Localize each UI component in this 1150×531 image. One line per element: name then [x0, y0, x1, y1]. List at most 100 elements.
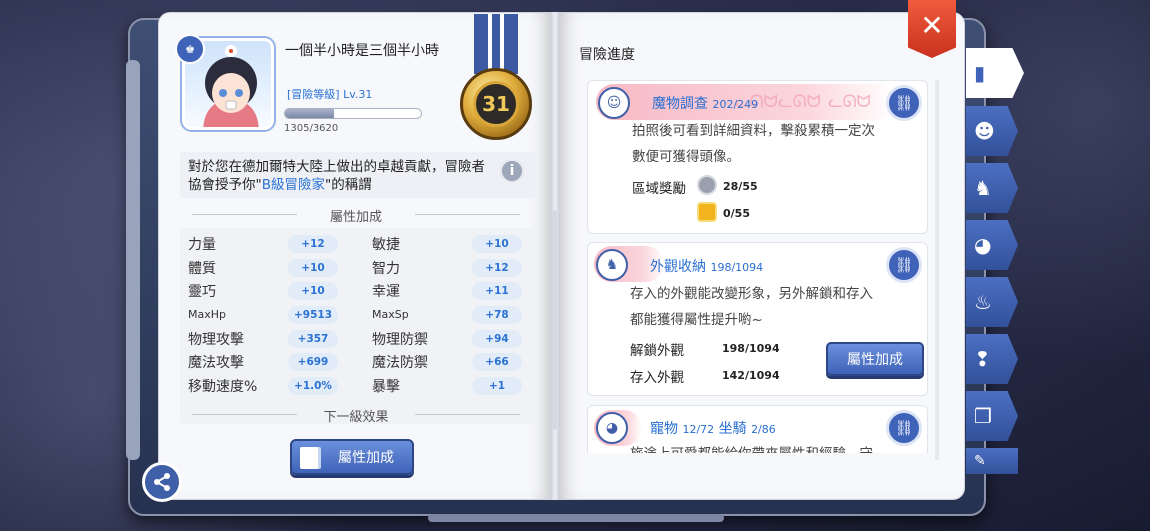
left-scrollbar[interactable] — [552, 210, 557, 430]
link-icon: ⛓ — [894, 94, 914, 112]
unlock-appearance-value: 198/1094 — [722, 342, 780, 355]
alert-person-icon: ❢ — [974, 347, 991, 371]
adventure-progress-title: 冒險進度 — [579, 47, 635, 63]
gold-card-icon — [697, 202, 717, 222]
stat-value: +357 — [288, 330, 338, 348]
appearance-title: 外觀收納 198/1094 — [650, 259, 764, 275]
book-icon — [300, 447, 318, 469]
open-book-icon: ❐ — [974, 404, 992, 428]
close-icon: ✕ — [920, 8, 944, 42]
stat-value: +12 — [472, 259, 522, 277]
silver-medal-icon — [697, 175, 717, 195]
page-bottom-bar — [428, 514, 724, 522]
stored-appearance-label: 存入外觀 — [630, 370, 684, 386]
stat-label: 魔法攻擊 — [188, 355, 244, 371]
guild-badge-icon: ♚ — [175, 34, 205, 64]
stat-label: 體質 — [188, 261, 216, 277]
link-icon: ⛓ — [894, 419, 914, 437]
xp-text: 1305/3620 — [284, 123, 339, 134]
stat-value: +10 — [288, 259, 338, 277]
stat-value: +1 — [472, 377, 522, 395]
level-label: [冒險等級] — [287, 88, 340, 101]
next-level-section: 下一級效果 — [180, 404, 536, 424]
monster-face-icon: ☻ — [974, 119, 995, 143]
book-icon: ▮ — [974, 61, 986, 85]
description-text-end: "的稱謂 — [324, 177, 372, 193]
rank-medal[interactable]: 31 — [460, 14, 532, 144]
monster-survey-link-button[interactable]: ⛓ — [886, 85, 922, 121]
medal-ribbon — [474, 14, 518, 74]
tab-quest[interactable]: ❢ — [966, 334, 1018, 384]
share-icon — [154, 473, 170, 491]
close-button[interactable]: ✕ — [908, 0, 956, 58]
xp-bar-fill — [285, 109, 334, 118]
stat-label: 物理防禦 — [372, 332, 428, 348]
medal-coin: 31 — [460, 68, 532, 140]
tab-monster[interactable]: ☻ — [966, 106, 1018, 156]
unlock-appearance-label: 解鎖外觀 — [630, 343, 684, 359]
appearance-link-button[interactable]: ⛓ — [886, 247, 922, 283]
scroll-icon: ✎ — [974, 453, 986, 469]
pet-icon: ◕ — [974, 233, 992, 257]
link-icon: ⛓ — [894, 256, 914, 274]
stat-label: 靈巧 — [188, 284, 216, 300]
attribute-bonus-button[interactable]: 屬性加成 — [290, 439, 414, 475]
title-description: 對於您在德加爾特大陸上做出的卓越貢獻，冒險者協會授予你"B級冒險家"的稱謂 — [188, 158, 488, 194]
stat-value: +10 — [288, 282, 338, 300]
share-button[interactable] — [142, 462, 182, 502]
tab-more[interactable]: ✎ — [966, 448, 1018, 474]
tab-book[interactable]: ❐ — [966, 391, 1018, 441]
tab-costume[interactable]: ♞ — [966, 163, 1018, 213]
stat-value: +94 — [472, 330, 522, 348]
stat-value: +1.0% — [288, 377, 338, 395]
monster-icon: ☺ — [598, 87, 630, 119]
stat-value: +699 — [288, 353, 338, 371]
pet-icon: ◕ — [596, 412, 628, 444]
chef-hat-icon: ♨ — [974, 290, 992, 314]
stats-header: 屬性加成 — [192, 206, 520, 225]
costume-icon: ♞ — [974, 176, 992, 200]
stat-label: 智力 — [372, 261, 400, 277]
stat-label: 力量 — [188, 237, 216, 253]
stat-label: 敏捷 — [372, 237, 400, 253]
xp-bar — [284, 108, 422, 119]
stat-value: +66 — [472, 353, 522, 371]
stat-label: 物理攻擊 — [188, 332, 244, 348]
stat-value: +12 — [288, 235, 338, 253]
region-reward-value-2: 0/55 — [723, 207, 750, 220]
stats-header-label: 屬性加成 — [329, 210, 382, 225]
pet-mount-title: 寵物 12/72 坐騎 2/86 — [650, 421, 776, 437]
monster-silhouette-icon: ᓚᘏᗢ — [778, 92, 821, 112]
stored-appearance-value: 142/1094 — [722, 369, 780, 382]
next-level-header: 下一級效果 — [192, 406, 520, 424]
costume-icon: ♞ — [596, 249, 628, 281]
info-button[interactable]: i — [500, 159, 524, 183]
region-reward-label: 區域獎勵 — [632, 181, 686, 197]
stat-label: 幸運 — [372, 284, 400, 300]
right-scrollbar[interactable] — [935, 80, 939, 460]
stat-value: +10 — [472, 235, 522, 253]
appearance-bonus-button[interactable]: 屬性加成 — [826, 342, 924, 376]
rank-number: 31 — [473, 81, 519, 127]
tab-cooking[interactable]: ♨ — [966, 277, 1018, 327]
monster-survey-desc: 拍照後可看到詳細資料，擊殺累積一定次 數便可獲得頭像。 — [632, 123, 875, 165]
region-reward-value-1: 28/55 — [723, 180, 758, 193]
tab-adventure-book[interactable]: ▮ — [966, 48, 1024, 98]
pet-mount-link-button[interactable]: ⛓ — [886, 410, 922, 446]
stat-label: 移動速度% — [188, 379, 258, 395]
stat-label: MaxSp — [372, 308, 409, 321]
stat-value: +11 — [472, 282, 522, 300]
tab-pet[interactable]: ◕ — [966, 220, 1018, 270]
stat-label: MaxHp — [188, 308, 226, 321]
attribute-bonus-label: 屬性加成 — [338, 450, 394, 466]
stat-value: +9513 — [288, 306, 338, 324]
stat-label: 魔法防禦 — [372, 355, 428, 371]
pet-mount-desc: 旅途上可愛都能給你帶來屬性和經驗，守 — [630, 445, 873, 453]
stat-value: +78 — [472, 306, 522, 324]
stat-label: 暴擊 — [372, 379, 400, 395]
player-name: 一個半小時是三個半小時 — [285, 43, 439, 59]
level-value: Lv.31 — [343, 88, 373, 101]
appearance-desc: 存入的外觀能改變形象，另外解鎖和存入 都能獲得屬性提升喲~ — [630, 286, 873, 328]
monster-silhouette-icon: ᓚᘏᗢ — [828, 92, 871, 112]
next-level-label: 下一級效果 — [323, 410, 389, 424]
